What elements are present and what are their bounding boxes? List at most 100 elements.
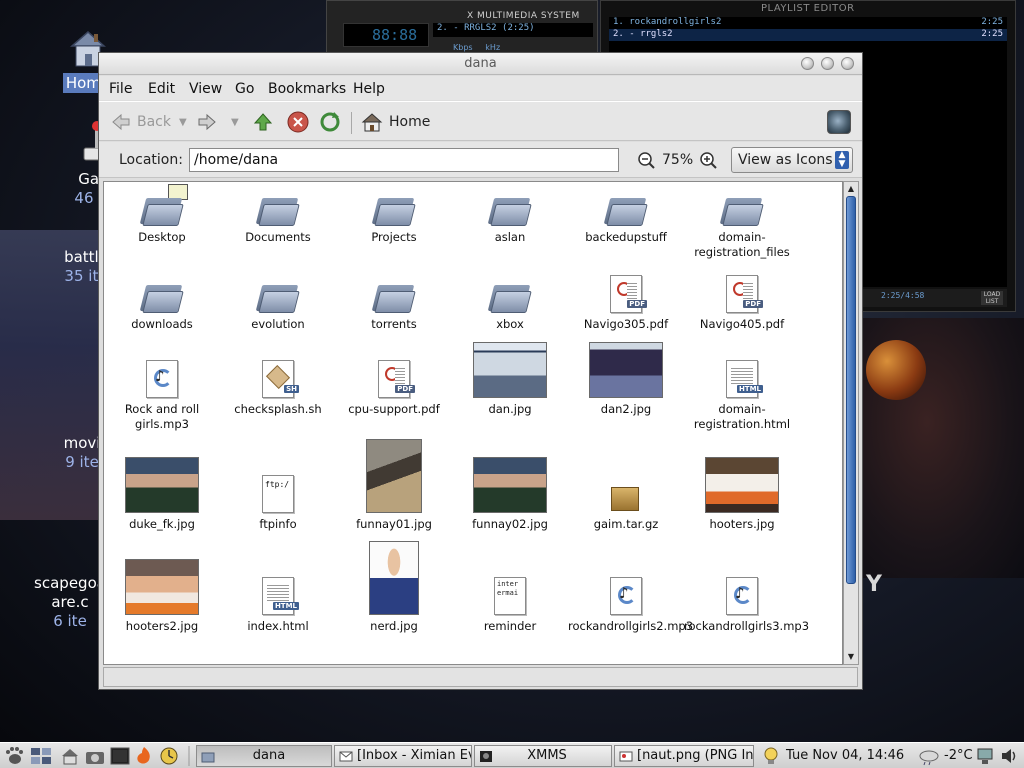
file-item[interactable]: funnay02.jpg bbox=[452, 457, 568, 532]
gnome-foot-icon[interactable] bbox=[4, 746, 24, 766]
maximize-button[interactable] bbox=[821, 57, 834, 70]
weather-cloud-icon[interactable] bbox=[918, 746, 940, 766]
scroll-thumb[interactable] bbox=[846, 196, 856, 584]
reload-button[interactable] bbox=[319, 110, 341, 134]
file-item-label: Navigo405.pdf bbox=[699, 317, 785, 331]
file-item[interactable]: gaim.tar.gz bbox=[568, 483, 684, 532]
audio-file-icon: ♪ bbox=[146, 360, 178, 398]
file-item[interactable]: hooters2.jpg bbox=[104, 559, 220, 634]
menu-edit[interactable]: Edit bbox=[148, 81, 175, 97]
task-label: [Inbox - Ximian Ev bbox=[357, 748, 472, 763]
file-item[interactable]: PDF Navigo305.pdf bbox=[568, 275, 684, 332]
xmms-main-window[interactable]: X MULTIMEDIA SYSTEM 88:88 2. - RRGLS2 (2… bbox=[326, 0, 598, 54]
location-input[interactable] bbox=[189, 148, 619, 172]
network-icon[interactable] bbox=[976, 746, 994, 766]
file-item[interactable]: aslan bbox=[452, 196, 568, 245]
playlist-row[interactable]: 1. rockandrollgirls2 2:25 bbox=[609, 17, 1007, 29]
file-item-label: rockandrollgirls3.mp3 bbox=[684, 619, 810, 633]
view-mode-select[interactable]: View as Icons ▲ ▼ bbox=[731, 147, 853, 173]
file-item-label: dan.jpg bbox=[488, 402, 532, 416]
file-item[interactable]: HTML index.html bbox=[220, 577, 336, 634]
clock-app-icon[interactable] bbox=[158, 746, 180, 766]
file-item[interactable]: backedupstuff bbox=[568, 196, 684, 245]
menu-help[interactable]: Help bbox=[353, 81, 385, 97]
menu-go[interactable]: Go bbox=[235, 81, 254, 97]
firefox-icon[interactable] bbox=[134, 746, 154, 766]
task-button-xmms[interactable]: XMMS bbox=[474, 745, 612, 767]
file-item[interactable]: ♪ Rock and roll girls.mp3 bbox=[104, 360, 220, 432]
zoom-in-icon[interactable] bbox=[699, 151, 717, 169]
file-item[interactable]: ♪ rockandrollgirls3.mp3 bbox=[684, 577, 810, 634]
file-item-label: xbox bbox=[496, 317, 524, 331]
xmms-khz: kHz bbox=[485, 43, 501, 52]
file-item-label: torrents bbox=[371, 317, 417, 331]
file-item[interactable]: PDF cpu-support.pdf bbox=[336, 360, 452, 417]
file-item[interactable]: dan2.jpg bbox=[568, 342, 684, 417]
zoom-level[interactable]: 75% bbox=[662, 152, 693, 168]
file-item[interactable]: SH checksplash.sh bbox=[220, 360, 336, 417]
file-item[interactable]: domain-registration_files bbox=[684, 196, 800, 260]
file-item[interactable]: nerd.jpg bbox=[336, 541, 452, 634]
file-item[interactable]: dan.jpg bbox=[452, 342, 568, 417]
chevron-down-icon[interactable]: ▼ bbox=[179, 117, 187, 128]
volume-icon[interactable] bbox=[1000, 746, 1020, 766]
file-item[interactable]: duke_fk.jpg bbox=[104, 457, 220, 532]
file-item-label: downloads bbox=[131, 317, 193, 331]
terminal-icon[interactable] bbox=[110, 746, 130, 766]
file-item[interactable]: PDF Navigo405.pdf bbox=[684, 275, 800, 332]
pdf-file-icon: PDF bbox=[378, 360, 415, 398]
icon-view[interactable]: Desktop Documents Projects aslan backedupstu… bbox=[103, 181, 843, 665]
xmms-time-display[interactable]: 88:88 bbox=[343, 23, 429, 47]
menu-icon[interactable] bbox=[30, 746, 52, 766]
file-item[interactable]: xbox bbox=[452, 283, 568, 332]
menu-bookmarks[interactable]: Bookmarks bbox=[268, 81, 346, 97]
zoom-out-icon[interactable] bbox=[637, 151, 655, 169]
task-button-dana[interactable]: dana bbox=[196, 745, 332, 767]
file-item[interactable]: funnay01.jpg bbox=[336, 439, 452, 532]
title-bar[interactable]: dana bbox=[99, 53, 862, 75]
toolbar: Back ▼ ▼ Home bbox=[99, 101, 862, 141]
xmms-bitrate: Kbps kHz bbox=[453, 43, 500, 52]
file-item[interactable]: HTML domain-registration.html bbox=[684, 360, 800, 432]
menu-view[interactable]: View bbox=[189, 81, 222, 97]
file-item-label: cpu-support.pdf bbox=[348, 402, 440, 416]
back-button[interactable]: Back ▼ bbox=[111, 110, 187, 134]
file-item[interactable]: downloads bbox=[104, 283, 220, 332]
window-title: dana bbox=[464, 56, 497, 71]
chevron-down-icon[interactable]: ▼ bbox=[231, 117, 239, 128]
scroll-up-icon[interactable]: ▲ bbox=[845, 183, 857, 195]
file-item[interactable]: evolution bbox=[220, 283, 336, 332]
file-item[interactable]: ♪ rockandrollgirls2.mp3 bbox=[568, 577, 693, 634]
minimize-button[interactable] bbox=[801, 57, 814, 70]
playlist-row[interactable]: 2. - rrgls2 2:25 bbox=[609, 29, 1007, 41]
up-button[interactable] bbox=[253, 110, 273, 134]
clock[interactable]: Tue Nov 04, 14:46 bbox=[786, 748, 904, 763]
folder-icon bbox=[487, 196, 532, 226]
file-item[interactable]: inter ermai reminder bbox=[452, 577, 568, 634]
location-bar: Location: 75% View as Icons ▲▼ bbox=[99, 142, 862, 178]
stop-button[interactable] bbox=[287, 110, 309, 134]
up-arrow-icon bbox=[253, 113, 273, 131]
vertical-scrollbar[interactable]: ▲ ▼ bbox=[843, 181, 859, 665]
task-label: XMMS bbox=[527, 748, 567, 763]
scroll-down-icon[interactable]: ▼ bbox=[845, 651, 857, 663]
file-item-label: Rock and roll girls.mp3 bbox=[124, 402, 200, 431]
forward-button[interactable]: ▼ bbox=[197, 110, 239, 134]
image-thumbnail bbox=[473, 342, 547, 398]
file-item[interactable]: ftp:/ ftpinfo bbox=[220, 475, 336, 532]
task-button-image-viewer[interactable]: [naut.png (PNG In bbox=[614, 745, 754, 767]
file-item[interactable]: Documents bbox=[220, 196, 336, 245]
file-item[interactable]: hooters.jpg bbox=[684, 457, 800, 532]
menu-file[interactable]: File bbox=[109, 81, 132, 97]
lightbulb-icon[interactable] bbox=[762, 746, 780, 766]
file-item[interactable]: torrents bbox=[336, 283, 452, 332]
file-item[interactable]: Projects bbox=[336, 196, 452, 245]
home-button[interactable]: Home bbox=[361, 110, 430, 134]
file-item[interactable]: Desktop bbox=[104, 184, 220, 245]
task-button-inbox[interactable]: [Inbox - Ximian Ev bbox=[334, 745, 472, 767]
home-icon[interactable] bbox=[60, 746, 80, 766]
load-list-button[interactable]: LOAD LIST bbox=[981, 291, 1003, 305]
camera-icon[interactable] bbox=[84, 746, 106, 766]
pdf-file-icon: PDF bbox=[726, 275, 763, 313]
close-button[interactable] bbox=[841, 57, 854, 70]
